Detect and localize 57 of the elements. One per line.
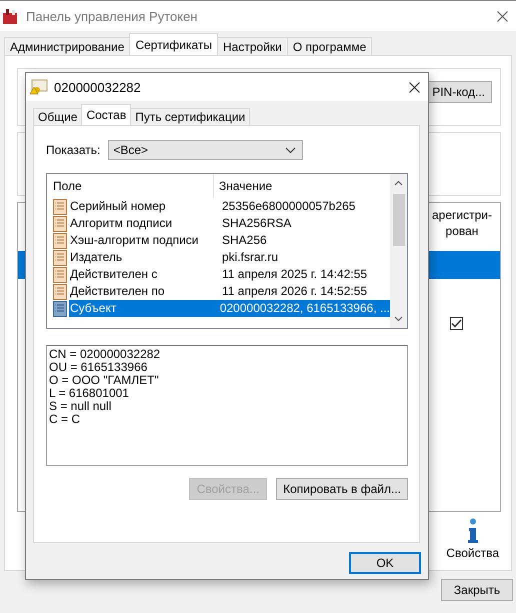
window-title: Панель управления Рутокен (26, 8, 198, 24)
scrollbar-thumb[interactable] (392, 194, 404, 246)
detail-line: CN = 020000032282 (49, 348, 162, 361)
certificate-icon (30, 79, 48, 95)
dialog-title: 020000032282 (54, 80, 142, 94)
field-name[interactable]: Алгоритм подписи (69, 215, 218, 232)
chevron-down-icon (285, 146, 296, 154)
tab[interactable]: Администрирование (4, 37, 130, 55)
field-icon (53, 266, 67, 282)
value-details-box[interactable]: CN = 020000032282 OU = 6165133966 O = ООО "ГАМЛЕТ" L = 616801001 S = null null C = C (46, 345, 408, 466)
scrollbar[interactable] (390, 174, 407, 328)
tab[interactable]: Путь сертификации (130, 108, 250, 125)
field-name[interactable]: Субъект (69, 300, 216, 317)
field-value[interactable]: 11 апреля 2025 г. 14:42:55 (218, 266, 390, 283)
field-value[interactable]: pki.fsrar.ru (218, 249, 390, 266)
detail-line: OU = 6165133966 (49, 361, 148, 374)
field-name[interactable]: Хэш-алгоритм подписи (69, 232, 218, 249)
tab[interactable]: Состав (81, 104, 132, 125)
field-icon (53, 284, 67, 300)
field-value[interactable]: 020000032282, 6165133966, ... (216, 300, 390, 317)
detail-line: S = null null (49, 400, 112, 413)
field-icon (53, 216, 67, 232)
detail-line: C = C (49, 413, 82, 426)
tab[interactable]: Сертификаты (129, 33, 218, 55)
properties-button[interactable]: Свойства (446, 518, 499, 560)
detail-line: O = ООО "ГАМЛЕТ" (49, 374, 160, 387)
show-label: Показать: (46, 143, 100, 157)
close-icon[interactable] (497, 10, 508, 22)
field-name[interactable]: Действителен по (69, 283, 218, 300)
close-button[interactable]: Закрыть (441, 579, 513, 601)
field-icon (53, 300, 67, 316)
field-value[interactable]: SHA256 (218, 232, 390, 249)
field-value[interactable]: 11 апреля 2026 г. 14:52:55 (218, 283, 390, 300)
chevron-down-icon (394, 316, 403, 322)
field-value[interactable]: 25356e6800000057b265 (218, 198, 390, 215)
checkbox[interactable] (450, 317, 463, 330)
dialog-button[interactable]: Копировать в файл... (276, 478, 408, 500)
field-name[interactable]: Действителен с (69, 266, 218, 283)
field-icon (53, 198, 67, 214)
column-header: Поле (47, 174, 214, 198)
tab[interactable]: Общие (33, 108, 82, 125)
field-value[interactable]: SHA256RSA (218, 215, 390, 232)
app-icon (2, 7, 20, 25)
field-icon (53, 250, 67, 266)
tab[interactable]: О программе (286, 37, 372, 55)
info-icon (466, 518, 480, 544)
chevron-up-icon (394, 180, 403, 186)
field-name[interactable]: Издатель (69, 249, 218, 266)
field-name[interactable]: Серийный номер (69, 198, 218, 215)
tab[interactable]: Настройки (217, 37, 288, 55)
ok-button[interactable]: OK (349, 552, 421, 574)
show-dropdown[interactable]: <Все> (108, 140, 304, 160)
column-header: арегистри-рован (431, 207, 493, 239)
detail-line: L = 616801001 (49, 387, 130, 400)
field-icon (53, 232, 67, 248)
column-header: Значение (218, 179, 272, 193)
close-icon[interactable] (409, 82, 420, 92)
